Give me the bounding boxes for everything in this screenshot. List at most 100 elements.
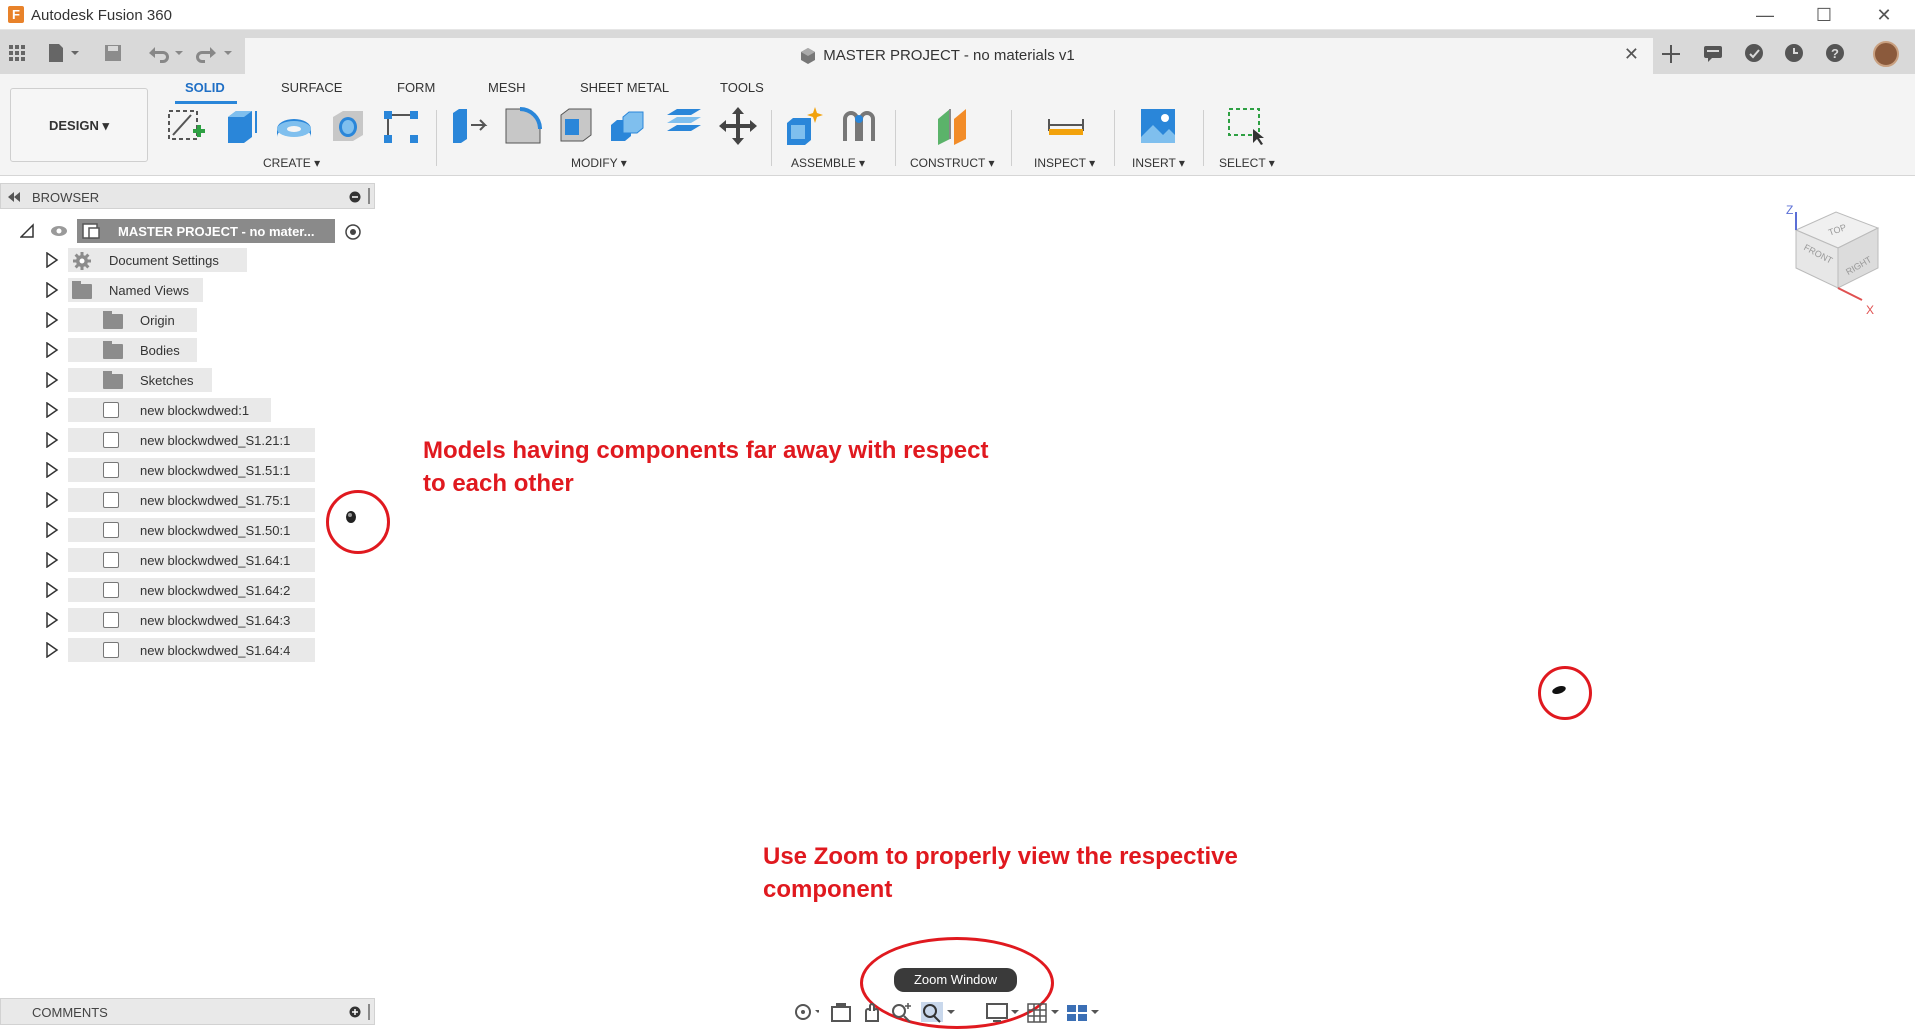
browser-item-label: new blockwdwed_S1.75:1	[140, 493, 291, 508]
orbit-icon[interactable]	[793, 1001, 819, 1023]
hole-icon[interactable]	[327, 105, 369, 147]
display-settings-icon[interactable]	[985, 1001, 1021, 1023]
expand-triangle-icon[interactable]	[45, 552, 59, 568]
combine-icon[interactable]	[607, 105, 649, 147]
insert-image-icon[interactable]	[1137, 105, 1179, 147]
grid-snaps-icon[interactable]	[1025, 1001, 1061, 1023]
tab-solid[interactable]: SOLID	[185, 80, 225, 95]
look-at-icon[interactable]	[829, 1001, 855, 1023]
browser-item[interactable]: new blockwdwed_S1.64:4	[0, 638, 375, 662]
expand-triangle-icon[interactable]	[45, 372, 59, 388]
tab-surface[interactable]: SURFACE	[281, 80, 342, 95]
press-pull-icon[interactable]	[447, 105, 489, 147]
tab-mesh[interactable]: MESH	[488, 80, 526, 95]
browser-item[interactable]: new blockwdwed_S1.75:1	[0, 488, 375, 512]
browser-item[interactable]: Named Views	[0, 278, 375, 302]
expand-triangle-icon[interactable]	[45, 252, 59, 268]
notifications-icon[interactable]	[1701, 42, 1725, 64]
viewcube[interactable]: Z X TOP FRONT RIGHT	[1782, 200, 1894, 320]
select-window-icon[interactable]	[1225, 105, 1267, 147]
file-menu-icon[interactable]	[46, 40, 80, 64]
undo-icon[interactable]	[145, 40, 185, 64]
zoom-window-icon[interactable]	[920, 1001, 958, 1023]
browser-item[interactable]: new blockwdwed_S1.64:2	[0, 578, 375, 602]
browser-item[interactable]: Origin	[0, 308, 375, 332]
minimize-button[interactable]: —	[1742, 2, 1788, 28]
browser-item[interactable]: new blockwdwed_S1.64:1	[0, 548, 375, 572]
expand-triangle-icon[interactable]	[45, 462, 59, 478]
viewports-icon[interactable]	[1065, 1001, 1101, 1023]
fillet-icon[interactable]	[502, 105, 544, 147]
browser-item[interactable]: new blockwdwed_S1.64:3	[0, 608, 375, 632]
browser-item[interactable]: Document Settings	[0, 248, 375, 272]
group-insert[interactable]: INSERT ▾	[1132, 156, 1185, 170]
group-modify[interactable]: MODIFY ▾	[571, 156, 627, 170]
create-sketch-icon[interactable]	[165, 105, 207, 147]
maximize-button[interactable]: ☐	[1801, 2, 1847, 28]
pan-hand-icon[interactable]	[860, 1001, 886, 1023]
add-comment-icon[interactable]	[349, 1006, 361, 1018]
revolve-icon[interactable]	[273, 105, 315, 147]
measure-icon[interactable]	[1045, 105, 1087, 147]
component-icon	[103, 432, 119, 448]
collapse-browser-icon[interactable]	[7, 191, 21, 203]
expand-triangle-icon[interactable]	[45, 402, 59, 418]
comments-panel[interactable]: COMMENTS	[0, 998, 375, 1025]
annotation-bottom-line1: Use Zoom to properly view the respective	[763, 843, 1238, 870]
browser-item[interactable]: new blockwdwed_S1.21:1	[0, 428, 375, 452]
browser-pin-handle[interactable]	[368, 188, 370, 204]
expand-triangle-icon[interactable]	[45, 582, 59, 598]
expand-triangle-icon[interactable]	[45, 522, 59, 538]
expand-triangle-icon[interactable]	[45, 282, 59, 298]
user-avatar[interactable]	[1873, 41, 1899, 67]
tab-tools[interactable]: TOOLS	[720, 80, 764, 95]
browser-item[interactable]: Bodies	[0, 338, 375, 362]
group-inspect[interactable]: INSPECT ▾	[1034, 156, 1095, 170]
redo-icon[interactable]	[196, 40, 236, 64]
offset-face-icon[interactable]	[663, 105, 705, 147]
pattern-icon[interactable]	[380, 105, 422, 147]
browser-item[interactable]: new blockwdwed:1	[0, 398, 375, 422]
group-select[interactable]: SELECT ▾	[1219, 156, 1275, 170]
offset-plane-icon[interactable]	[934, 105, 976, 147]
expand-triangle-icon[interactable]	[45, 312, 59, 328]
new-tab-plus-icon[interactable]	[1659, 42, 1683, 64]
close-window-button[interactable]: ✕	[1861, 2, 1907, 28]
group-construct[interactable]: CONSTRUCT ▾	[910, 156, 994, 170]
browser-item[interactable]: new blockwdwed_S1.51:1	[0, 458, 375, 482]
app-grid-icon[interactable]	[7, 40, 27, 64]
expand-triangle-icon[interactable]	[45, 492, 59, 508]
tab-sheet-metal[interactable]: SHEET METAL	[580, 80, 669, 95]
group-assemble[interactable]: ASSEMBLE ▾	[791, 156, 865, 170]
help-icon[interactable]: ?	[1823, 42, 1847, 64]
browser-options-icon[interactable]	[349, 191, 361, 203]
document-tab[interactable]: MASTER PROJECT - no materials v1 ✕	[245, 38, 1653, 74]
browser-root-node[interactable]: MASTER PROJECT - no mater...	[0, 219, 375, 243]
browser-header[interactable]: BROWSER	[0, 183, 375, 209]
expand-triangle-icon[interactable]	[45, 612, 59, 628]
save-icon[interactable]	[103, 40, 123, 64]
extrude-icon[interactable]	[220, 105, 262, 147]
expand-triangle-icon[interactable]	[45, 432, 59, 448]
zoom-icon[interactable]	[890, 1001, 916, 1023]
comments-pin-handle[interactable]	[368, 1004, 370, 1020]
close-document-icon[interactable]: ✕	[1624, 44, 1639, 65]
visibility-eye-icon[interactable]	[50, 225, 68, 237]
joint-icon[interactable]	[839, 105, 881, 147]
job-status-icon[interactable]	[1742, 42, 1766, 64]
expand-triangle-icon[interactable]	[45, 642, 59, 658]
workspace-switcher[interactable]: DESIGN ▾	[10, 88, 148, 162]
far-component-left[interactable]	[344, 510, 358, 524]
expand-triangle-icon[interactable]	[45, 342, 59, 358]
far-component-right[interactable]	[1551, 684, 1567, 696]
group-create[interactable]: CREATE ▾	[263, 156, 320, 170]
tab-form[interactable]: FORM	[397, 80, 435, 95]
browser-item[interactable]: new blockwdwed_S1.50:1	[0, 518, 375, 542]
shell-icon[interactable]	[555, 105, 597, 147]
activate-radio-icon[interactable]	[345, 224, 361, 240]
new-component-icon[interactable]	[783, 105, 825, 147]
browser-item[interactable]: Sketches	[0, 368, 375, 392]
move-copy-icon[interactable]	[717, 105, 759, 147]
history-clock-icon[interactable]	[1782, 42, 1806, 64]
expand-triangle-icon[interactable]	[20, 223, 34, 239]
